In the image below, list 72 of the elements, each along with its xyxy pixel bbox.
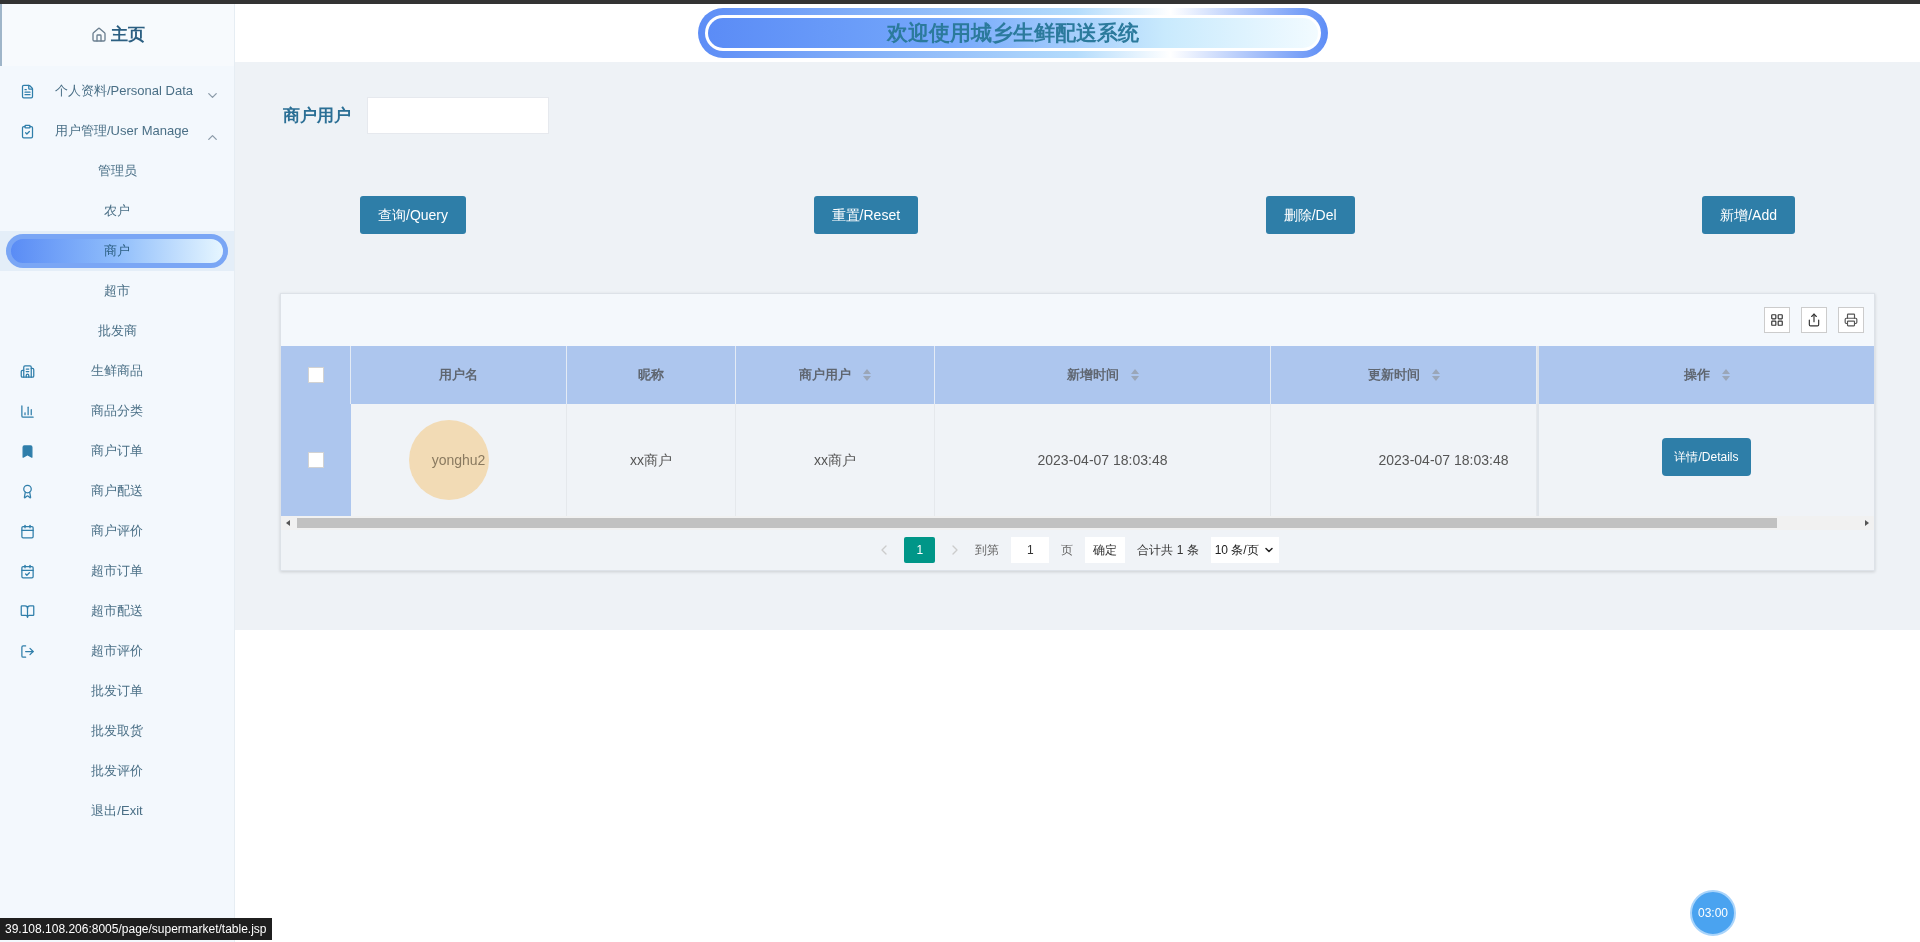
sidebar-item[interactable]: 退出/Exit [0, 791, 234, 831]
table-cell-text: xx商户 [814, 450, 856, 470]
calendar-check-icon [20, 563, 35, 579]
column-header[interactable]: 商户用户 [736, 346, 935, 404]
grid-icon [1770, 313, 1784, 327]
print-icon [1844, 313, 1858, 327]
action-button[interactable]: 重置/Reset [813, 196, 919, 234]
sidebar-group[interactable]: 个人资料/Personal Data [0, 71, 234, 111]
sidebar-item[interactable]: 超市评价 [0, 631, 234, 671]
columns-button[interactable] [1764, 307, 1790, 333]
checkbox[interactable] [308, 452, 324, 468]
table-cell-text: 2023-04-07 18:03:48 [1377, 450, 1509, 470]
sidebar-item[interactable]: 商品分类 [0, 391, 234, 431]
logout-icon [20, 643, 35, 659]
page-title: 欢迎使用城乡生鲜配送系统 [886, 20, 1139, 47]
page-size-select[interactable]: 10 条/页 [1210, 537, 1279, 563]
sort-icon[interactable] [1431, 369, 1440, 381]
calendar-icon [20, 523, 35, 539]
horizontal-scrollbar[interactable] [281, 516, 1874, 530]
sidebar-item[interactable]: 商户评价 [0, 511, 234, 551]
sidebar-item[interactable]: 生鲜商品 [0, 351, 234, 391]
sidebar-item[interactable]: 商户配送 [0, 471, 234, 511]
sidebar-subitem[interactable]: 超市 [0, 271, 234, 311]
total-count: 合计共 1 条 [1137, 542, 1199, 559]
bookmark-icon [20, 443, 35, 459]
home-link[interactable]: 主页 [0, 4, 234, 66]
column-header[interactable]: 昵称 [567, 346, 736, 404]
page-button[interactable]: 1 [904, 537, 936, 563]
column-header[interactable]: 新增时间 [935, 346, 1271, 404]
action-button[interactable]: 新增/Add [1702, 196, 1795, 234]
page-unit: 页 [1061, 542, 1074, 559]
sidebar-subitem[interactable]: 商户 [6, 234, 228, 268]
timer-badge: 03:00 [1690, 890, 1736, 936]
sidebar-item[interactable]: 超市配送 [0, 591, 234, 631]
export-button[interactable] [1801, 307, 1827, 333]
details-button[interactable]: 详情/Details [1662, 438, 1751, 476]
clipboard-icon [20, 123, 35, 139]
sidebar-subitem[interactable]: 农户 [0, 191, 234, 231]
sidebar-subitem[interactable]: 批发商 [0, 311, 234, 351]
column-header[interactable]: 更新时间 [1271, 346, 1537, 404]
sort-icon[interactable] [1130, 369, 1139, 381]
table-cell-text: 2023-04-07 18:03:48 [1037, 450, 1168, 470]
sidebar-item[interactable]: 超市订单 [0, 551, 234, 591]
award-icon [20, 483, 35, 499]
sidebar-group[interactable]: 用户管理/User Manage [0, 111, 234, 151]
column-header[interactable]: 操作 [1537, 346, 1874, 404]
sidebar-subitem[interactable]: 管理员 [0, 151, 234, 191]
sidebar-item[interactable]: 批发取货 [0, 711, 234, 751]
building-icon [20, 363, 35, 379]
sidebar-item[interactable]: 批发订单 [0, 671, 234, 711]
confirm-button[interactable]: 确定 [1085, 537, 1126, 563]
book-icon [20, 603, 35, 619]
search-label: 商户用户 [283, 104, 351, 127]
print-button[interactable] [1838, 307, 1864, 333]
goto-label: 到第 [975, 542, 1000, 559]
sidebar-item[interactable]: 批发评价 [0, 751, 234, 791]
export-icon [1807, 313, 1821, 327]
bar-chart-icon [20, 403, 35, 419]
search-field[interactable] [367, 97, 549, 134]
page-field[interactable]: 1 [1011, 537, 1050, 563]
column-header[interactable]: 用户名 [351, 346, 567, 404]
sidebar-item[interactable]: 商户订单 [0, 431, 234, 471]
table-cell-text: xx商户 [630, 450, 672, 470]
action-button[interactable]: 查询/Query [360, 196, 466, 234]
checkbox[interactable] [307, 367, 324, 383]
sort-icon[interactable] [1721, 369, 1730, 381]
action-button[interactable]: 删除/Del [1265, 196, 1355, 234]
document-icon [20, 83, 35, 99]
status-url: 39.108.108.206:8005/page/supermarket/table.jsp [0, 918, 272, 940]
home-icon [91, 27, 107, 43]
table-cell-text: yonghu2 [431, 450, 486, 470]
sort-icon[interactable] [863, 369, 871, 381]
